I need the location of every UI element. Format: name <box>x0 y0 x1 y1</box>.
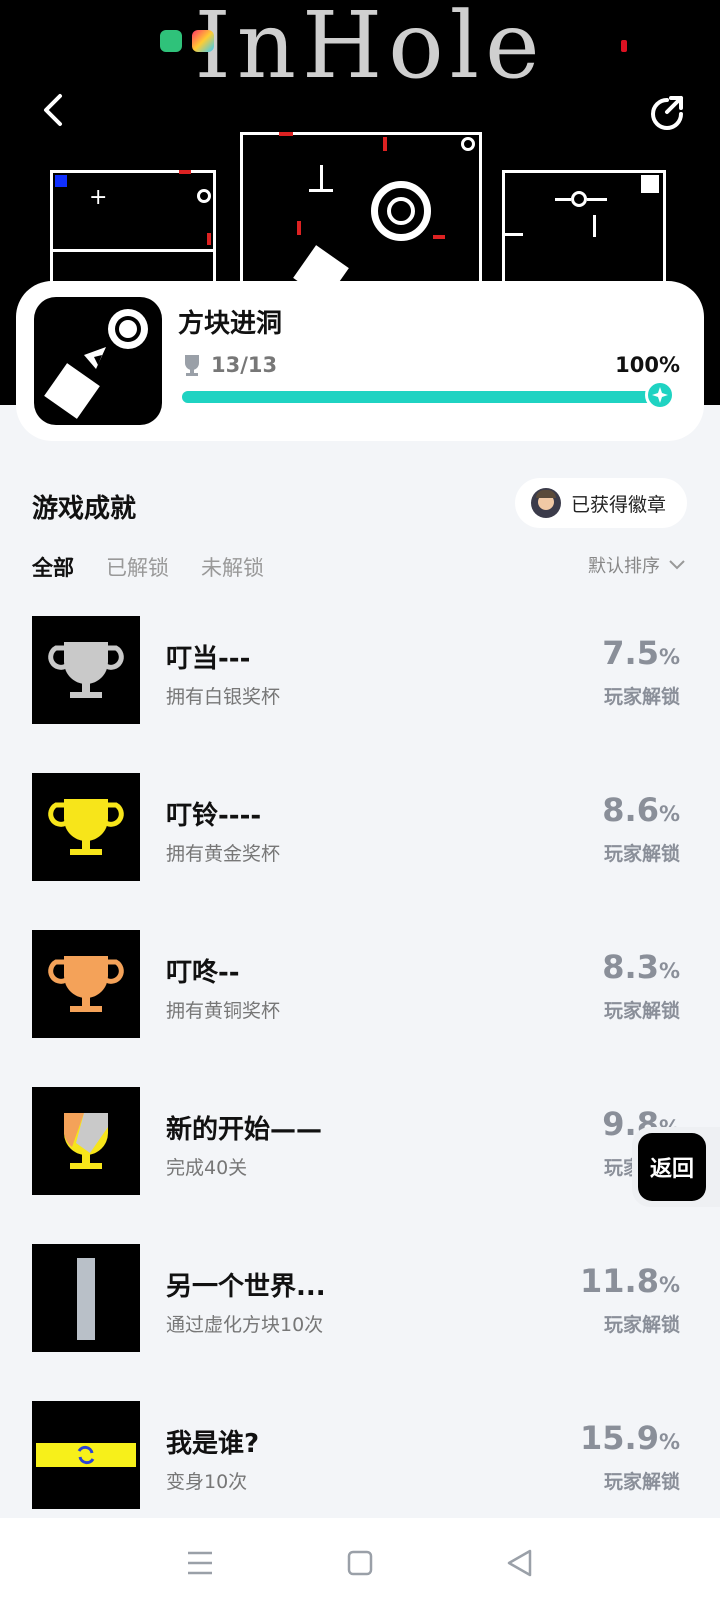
unlock-percent: 8.6% <box>602 791 680 829</box>
hole-icon <box>571 191 587 207</box>
floating-return-button[interactable]: 返回 <box>632 1127 720 1207</box>
red-indicator-icon <box>621 40 627 52</box>
red-hazard <box>297 221 301 235</box>
unlock-percent: 11.8% <box>580 1262 680 1300</box>
unlock-label: 玩家解锁 <box>603 686 680 708</box>
achievement-row[interactable]: 新的开始—— 完成40关 9.8% 玩家解锁 <box>32 1087 682 1197</box>
game-name: 方块进洞 <box>178 309 283 339</box>
achievement-name: 我是谁? <box>166 1429 260 1459</box>
chevron-down-icon <box>669 560 685 570</box>
system-nav-bar <box>0 1518 720 1608</box>
achievement-desc: 完成40关 <box>166 1157 248 1179</box>
achievement-name: 叮咚-- <box>166 958 240 988</box>
wall-line <box>505 233 523 236</box>
unlock-label: 玩家解锁 <box>603 1314 680 1336</box>
achievement-tabs: 全部 已解锁 未解锁 <box>32 552 264 582</box>
wall-line <box>593 215 596 237</box>
achievement-name: 另一个世界... <box>166 1272 326 1302</box>
unlock-percent: 15.9% <box>580 1419 680 1457</box>
progress-percent: 100% <box>615 353 680 377</box>
hero-title: InHole <box>194 0 546 99</box>
achievement-name: 新的开始—— <box>166 1115 323 1145</box>
badge-avatar-icon <box>531 488 561 518</box>
achievement-row[interactable]: 我是谁? 变身10次 15.9% 玩家解锁 <box>32 1401 682 1511</box>
trophy-count: 13/13 <box>181 353 277 377</box>
wall-line <box>555 198 571 201</box>
battery-app-icon <box>160 30 182 52</box>
gallery-app-icon <box>192 30 214 52</box>
achievement-name: 叮当--- <box>166 644 251 674</box>
red-hazard <box>207 233 211 245</box>
t-wall <box>320 165 323 191</box>
gold-trophy-icon <box>32 773 140 881</box>
red-hazard <box>179 170 191 174</box>
achievement-row[interactable]: 另一个世界... 通过虚化方块10次 11.8% 玩家解锁 <box>32 1244 682 1354</box>
red-hazard <box>279 132 293 136</box>
wall-line <box>587 198 607 201</box>
home-icon[interactable] <box>340 1543 380 1583</box>
mixed-trophy-icon <box>32 1087 140 1195</box>
sort-dropdown[interactable]: 默认排序 <box>588 552 686 578</box>
return-label: 返回 <box>638 1133 706 1201</box>
unlock-label: 玩家解锁 <box>603 843 680 865</box>
sort-label: 默认排序 <box>588 556 660 577</box>
red-hazard <box>383 137 387 151</box>
hole-icon <box>197 189 211 203</box>
unlock-label: 玩家解锁 <box>603 1471 680 1493</box>
achievement-row[interactable]: 叮铃---- 拥有黄金奖杯 8.6% 玩家解锁 <box>32 773 682 883</box>
achievement-desc: 拥有白银奖杯 <box>166 686 281 708</box>
menu-icon[interactable] <box>180 1543 220 1583</box>
achievement-name: 叮铃---- <box>166 801 262 831</box>
trophy-icon <box>185 355 199 376</box>
tab-locked[interactable]: 未解锁 <box>201 552 264 582</box>
trophy-count-text: 13/13 <box>211 353 278 377</box>
achievement-desc: 通过虚化方块10次 <box>166 1314 324 1336</box>
plus-icon: + <box>89 185 108 210</box>
blue-block-icon <box>55 175 67 187</box>
wall-line <box>53 249 213 252</box>
game-summary-card: 方块进洞 13/13 100% <box>16 281 704 441</box>
achievement-row[interactable]: 叮当--- 拥有白银奖杯 7.5% 玩家解锁 <box>32 616 682 726</box>
earned-badges-button[interactable]: 已获得徽章 <box>515 478 687 528</box>
target-hole-inner <box>387 197 415 225</box>
achievement-desc: 拥有黄金奖杯 <box>166 843 281 865</box>
section-title: 游戏成就 <box>32 494 137 524</box>
small-hole-icon <box>461 137 475 151</box>
back-arrow-icon[interactable] <box>34 90 74 130</box>
badge-label: 已获得徽章 <box>571 493 667 516</box>
white-block <box>641 175 659 193</box>
transform-bar-icon <box>32 1401 140 1509</box>
progress-complete-icon <box>645 380 675 410</box>
progress-bar <box>182 391 672 403</box>
achievement-row[interactable]: 叮咚-- 拥有黄铜奖杯 8.3% 玩家解锁 <box>32 930 682 1040</box>
achievement-desc: 变身10次 <box>166 1471 248 1493</box>
status-icons <box>160 30 214 52</box>
unlock-percent: 8.3% <box>602 948 680 986</box>
achievement-desc: 拥有黄铜奖杯 <box>166 1000 281 1022</box>
unlock-percent: 7.5% <box>602 634 680 672</box>
bronze-trophy-icon <box>32 930 140 1038</box>
tab-unlocked[interactable]: 已解锁 <box>106 552 169 582</box>
progress-fill <box>182 391 672 403</box>
gray-bar-icon <box>32 1244 140 1352</box>
red-hazard <box>433 235 445 239</box>
silver-trophy-icon <box>32 616 140 724</box>
tab-all[interactable]: 全部 <box>32 552 74 582</box>
game-logo-icon <box>34 297 162 425</box>
share-icon[interactable] <box>645 92 689 136</box>
unlock-label: 玩家解锁 <box>603 1000 680 1022</box>
back-icon[interactable] <box>500 1543 540 1583</box>
